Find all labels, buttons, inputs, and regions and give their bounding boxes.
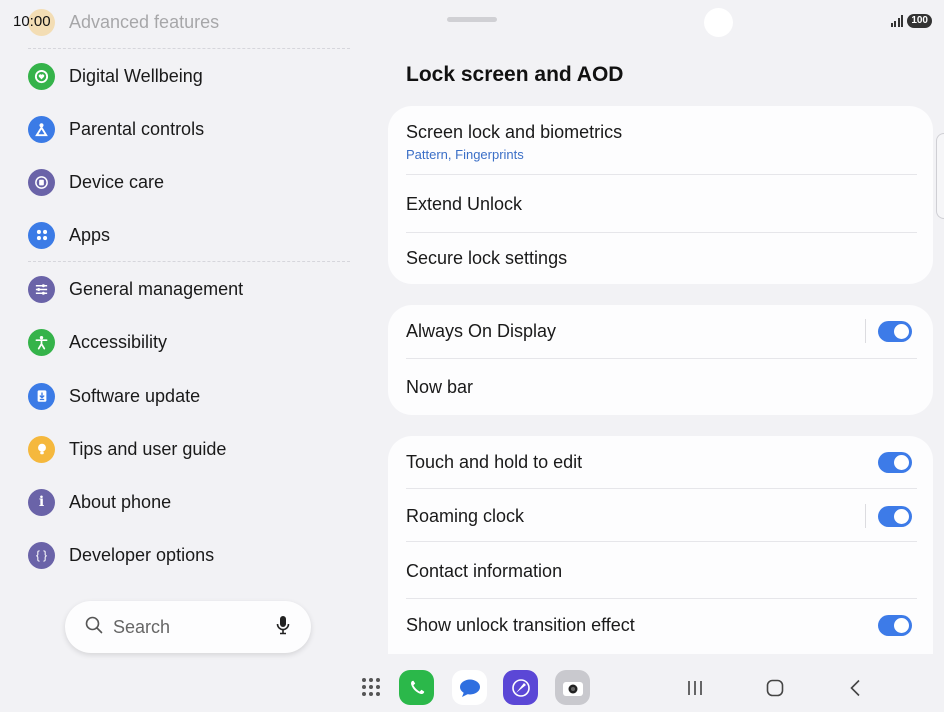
- sidebar-item-digital-wellbeing[interactable]: Digital Wellbeing: [28, 61, 203, 91]
- always-on-display-label: Always On Display: [406, 320, 557, 341]
- sidebar-item-label: Accessibility: [69, 331, 168, 352]
- app-drawer-icon[interactable]: [362, 678, 380, 696]
- accessibility-icon: [28, 328, 55, 356]
- signal-icon: [890, 15, 904, 27]
- sidebar-item-label: Developer options: [69, 544, 215, 565]
- touch-hold-row[interactable]: Touch and hold to edit: [406, 436, 912, 488]
- phone-icon[interactable]: [399, 670, 434, 705]
- secure-lock-row[interactable]: Secure lock settings: [406, 234, 912, 282]
- divider: [28, 261, 350, 262]
- braces-icon: { }: [28, 541, 55, 569]
- internet-icon[interactable]: [503, 670, 538, 705]
- divider: [406, 488, 917, 489]
- contact-information-row[interactable]: Contact information: [406, 543, 912, 599]
- sidebar-item-tips-user-guide[interactable]: Tips and user guide: [28, 434, 226, 464]
- sidebar-item-label: About phone: [69, 491, 172, 512]
- digital-wellbeing-icon: [28, 62, 55, 90]
- divider: [406, 358, 917, 359]
- screen-lock-label: Screen lock and biometrics: [406, 122, 623, 142]
- separator: [865, 319, 866, 343]
- sidebar-item-label: Device care: [69, 171, 165, 192]
- status-icons: 100: [890, 14, 932, 28]
- card-lock-options: Touch and hold to edit Roaming clock Con…: [388, 436, 933, 654]
- extend-unlock-row[interactable]: Extend Unlock: [406, 176, 912, 232]
- sidebar-item-label: Software update: [69, 385, 201, 406]
- battery-icon: 100: [907, 14, 932, 28]
- always-on-display-row[interactable]: Always On Display: [406, 305, 912, 357]
- card-aod: Always On Display Now bar: [388, 305, 933, 415]
- separator: [865, 504, 866, 528]
- microphone-icon[interactable]: [275, 615, 291, 640]
- now-bar-label: Now bar: [406, 376, 474, 397]
- card-lock-security: Screen lock and biometrics Pattern, Fing…: [388, 106, 933, 284]
- sidebar-item-apps[interactable]: Apps: [28, 220, 110, 250]
- extend-unlock-label: Extend Unlock: [406, 193, 523, 214]
- lightbulb-icon: [28, 435, 55, 463]
- sidebar-item-general-management[interactable]: General management: [28, 274, 243, 304]
- camera-cutout: [704, 8, 733, 37]
- sidebar-item-parental-controls[interactable]: Parental controls: [28, 114, 204, 144]
- page-title: Lock screen and AOD: [406, 63, 624, 86]
- home-button[interactable]: [763, 676, 787, 700]
- sidebar-item-device-care[interactable]: Device care: [28, 167, 164, 197]
- sidebar-item-software-update[interactable]: Software update: [28, 381, 200, 411]
- apps-icon: [28, 221, 55, 249]
- recents-button[interactable]: [683, 676, 707, 700]
- search-icon: [85, 616, 103, 639]
- sidebar-item-label: General management: [69, 278, 244, 299]
- sidebar-item-label: Parental controls: [69, 118, 205, 139]
- touch-hold-label: Touch and hold to edit: [406, 451, 583, 472]
- camera-icon[interactable]: [555, 670, 590, 705]
- search-bar[interactable]: Search: [65, 601, 311, 653]
- divider: [28, 48, 350, 49]
- messages-icon[interactable]: [452, 670, 487, 705]
- unlock-effect-label: Show unlock transition effect: [406, 614, 635, 635]
- info-icon: i: [28, 488, 55, 516]
- software-update-icon: [28, 382, 55, 410]
- unlock-effect-row[interactable]: Show unlock transition effect: [406, 600, 912, 650]
- back-button[interactable]: [843, 676, 867, 700]
- sidebar-item-about-phone[interactable]: i About phone: [28, 487, 171, 517]
- touch-hold-toggle[interactable]: [878, 451, 912, 473]
- now-bar-row[interactable]: Now bar: [406, 360, 912, 414]
- always-on-display-toggle[interactable]: [878, 320, 912, 342]
- roaming-clock-row[interactable]: Roaming clock: [406, 490, 912, 542]
- sidebar-item-advanced-features[interactable]: Advanced features: [28, 7, 219, 37]
- divider: [406, 541, 917, 542]
- edge-panel-handle[interactable]: [936, 133, 944, 219]
- divider: [406, 232, 917, 233]
- sidebar-item-label: Apps: [69, 224, 111, 245]
- contact-information-label: Contact information: [406, 560, 563, 581]
- divider: [406, 174, 917, 175]
- screen-lock-summary: Pattern, Fingerprints: [406, 147, 524, 162]
- screen-lock-row[interactable]: Screen lock and biometrics Pattern, Fing…: [406, 120, 912, 164]
- window-handle[interactable]: [447, 17, 497, 22]
- sliders-icon: [28, 275, 55, 303]
- sidebar-item-label: Tips and user guide: [69, 438, 227, 459]
- parental-controls-icon: [28, 115, 55, 143]
- roaming-clock-toggle[interactable]: [878, 505, 912, 527]
- search-label: Search: [113, 616, 171, 637]
- sidebar-item-label: Digital Wellbeing: [69, 65, 203, 86]
- status-time: 10:00: [13, 13, 51, 30]
- device-care-icon: [28, 168, 55, 196]
- roaming-clock-label: Roaming clock: [406, 505, 525, 526]
- sidebar-item-label: Advanced features: [69, 11, 220, 32]
- secure-lock-label: Secure lock settings: [406, 247, 568, 268]
- sidebar-item-developer-options[interactable]: { } Developer options: [28, 540, 214, 570]
- divider: [406, 598, 917, 599]
- unlock-effect-toggle[interactable]: [878, 614, 912, 636]
- sidebar-item-accessibility[interactable]: Accessibility: [28, 327, 167, 357]
